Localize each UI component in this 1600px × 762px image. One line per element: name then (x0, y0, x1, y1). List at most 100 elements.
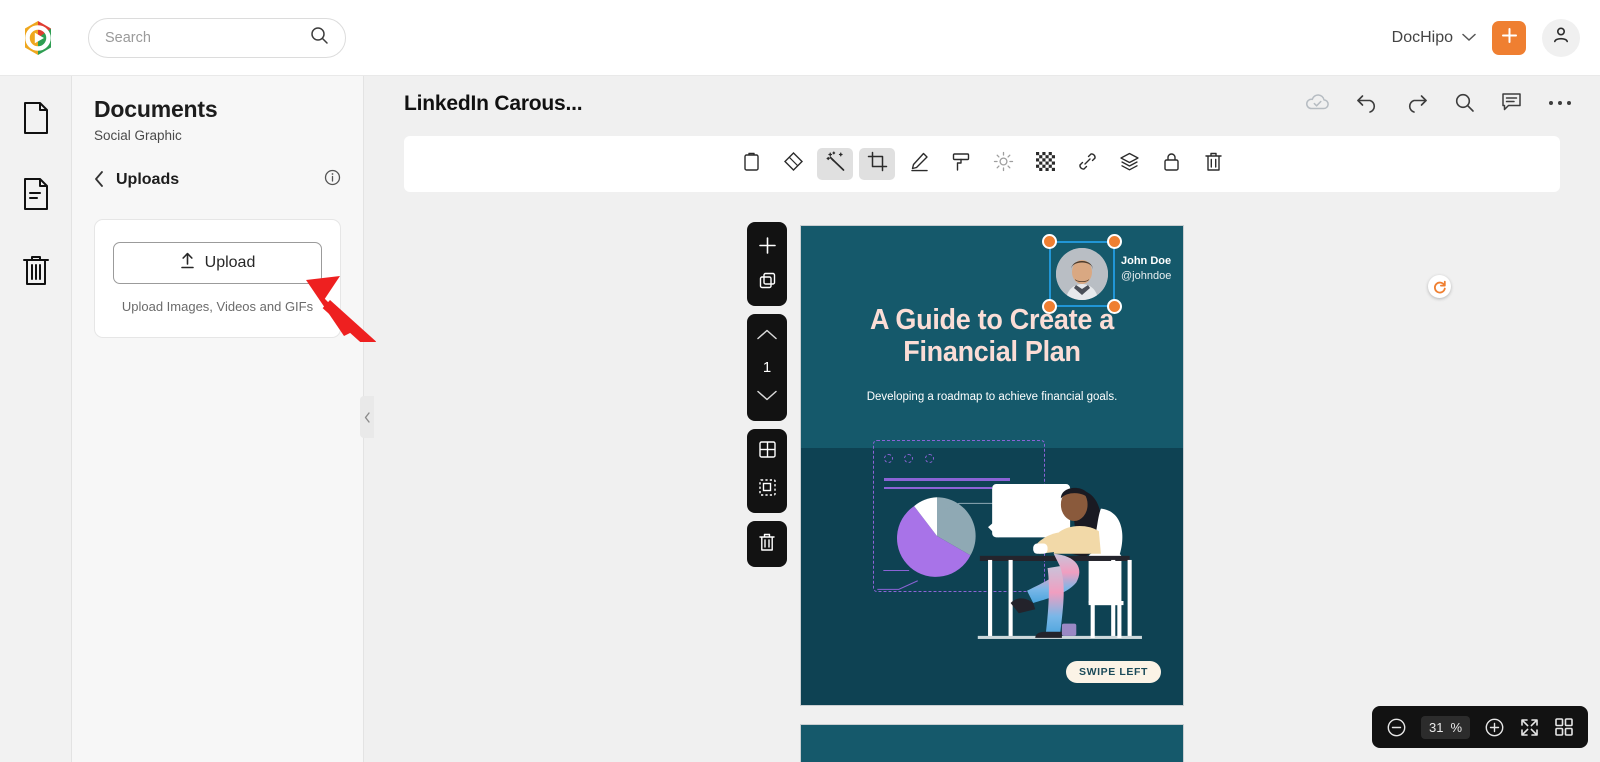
object-toolbar (404, 136, 1560, 192)
clipboard-button[interactable] (733, 148, 769, 180)
illustration[interactable] (863, 434, 1183, 684)
chevron-left-icon[interactable] (94, 170, 104, 190)
texture-button[interactable] (1027, 148, 1063, 180)
chevron-up-icon (756, 328, 778, 346)
page-add-group (747, 222, 787, 306)
select-all-button[interactable] (751, 475, 783, 505)
zoom-in-button[interactable] (1484, 717, 1505, 738)
add-page-button[interactable] (751, 230, 783, 260)
upload-button[interactable]: Upload (113, 242, 322, 284)
search-box[interactable] (88, 17, 346, 58)
duplicate-page-button[interactable] (751, 268, 783, 298)
slide-subtitle[interactable]: Developing a roadmap to achieve financia… (801, 391, 1183, 403)
next-page-button[interactable] (751, 383, 783, 413)
upload-button-label: Upload (204, 254, 256, 271)
crop-button[interactable] (859, 148, 895, 180)
eraser-button[interactable] (775, 148, 811, 180)
plus-icon (1500, 26, 1519, 50)
upload-card: Upload Upload Images, Videos and GIFs (94, 219, 341, 338)
delete-page-button[interactable] (751, 529, 783, 559)
browser-dot (924, 454, 934, 463)
selection-box[interactable] (1042, 234, 1122, 314)
account-button[interactable] (1542, 18, 1580, 57)
info-circle-icon[interactable] (324, 169, 341, 191)
page-controls: 1 (747, 222, 787, 567)
layers-button[interactable] (1111, 148, 1147, 180)
create-new-button[interactable] (1492, 20, 1526, 55)
page-title: Documents (94, 96, 218, 122)
page-delete-group (747, 521, 787, 567)
trash-icon (21, 253, 51, 292)
previous-page-button[interactable] (751, 322, 783, 352)
uploads-header[interactable]: Uploads (94, 169, 341, 191)
document-title[interactable]: LinkedIn Carous... (404, 92, 583, 116)
undo-icon[interactable] (1356, 93, 1379, 113)
zoom-out-button[interactable] (1386, 717, 1407, 738)
zoom-unit: % (1450, 719, 1462, 735)
user-icon (1551, 25, 1571, 50)
panel-subtitle: Social Graphic (94, 128, 182, 143)
pencil-button[interactable] (901, 148, 937, 180)
lock-button[interactable] (1153, 148, 1189, 180)
resize-handle-top-left[interactable] (1042, 234, 1057, 249)
uploads-panel: Documents Social Graphic Uploads Upload … (72, 76, 364, 762)
lock-icon (1162, 151, 1181, 177)
slide-title-line1: A Guide to Create a (870, 304, 1114, 336)
redo-icon[interactable] (1405, 93, 1428, 113)
cloud-check-icon[interactable] (1305, 93, 1330, 112)
brightness-button[interactable] (985, 148, 1021, 180)
page-layout-group (747, 429, 787, 513)
copy-icon (758, 271, 777, 295)
ellipsis-icon[interactable] (1548, 99, 1572, 107)
canvas-page-2-bg (801, 725, 1183, 762)
file-lines-icon (21, 177, 51, 216)
link-icon (1077, 151, 1098, 177)
search-icon[interactable] (1454, 92, 1475, 113)
file-icon (21, 101, 51, 140)
sidebar-item-pages[interactable] (8, 168, 64, 224)
link-button[interactable] (1069, 148, 1105, 180)
paint-roller-icon (951, 151, 972, 177)
top-bar: DocHipo (0, 0, 1600, 76)
grid-button[interactable] (751, 437, 783, 467)
page-navigation-group: 1 (747, 314, 787, 421)
sidebar-item-trash[interactable] (8, 244, 64, 300)
workspace-selector[interactable]: DocHipo (1392, 29, 1476, 47)
chevron-down-icon (1462, 29, 1476, 47)
crop-icon (867, 151, 888, 177)
texture-icon (1035, 152, 1055, 176)
slide-title[interactable]: A Guide to Create a Financial Plan (814, 304, 1169, 369)
zoom-control: 31 % (1371, 706, 1588, 748)
layers-icon (1119, 151, 1140, 177)
trash-icon (758, 532, 776, 557)
search-input[interactable] (105, 29, 309, 46)
zoom-value-display[interactable]: 31 % (1420, 715, 1470, 739)
canvas-page-2[interactable] (800, 724, 1184, 762)
magic-wand-button[interactable] (817, 148, 853, 180)
fullscreen-button[interactable] (1519, 717, 1540, 738)
panel-collapse-handle[interactable] (360, 396, 374, 438)
magic-wand-icon (825, 151, 846, 177)
sidebar-item-documents[interactable] (8, 92, 64, 148)
resize-handle-top-right[interactable] (1107, 234, 1122, 249)
paint-roller-button[interactable] (943, 148, 979, 180)
brightness-icon (993, 151, 1014, 177)
delete-object-button[interactable] (1195, 148, 1231, 180)
icon-rail (0, 76, 72, 762)
trash-icon (1204, 151, 1223, 177)
dochipo-logo-icon[interactable] (18, 18, 58, 58)
uploads-label: Uploads (116, 171, 180, 188)
canvas-page-1[interactable]: John Doe @johndoe A Guide to Create a Fi… (800, 225, 1184, 706)
pencil-icon (909, 151, 930, 177)
search-icon[interactable] (309, 25, 329, 50)
app-root: DocHipo (0, 0, 1600, 762)
browser-dot (884, 454, 893, 463)
grid-view-button[interactable] (1554, 717, 1574, 737)
rotate-handle[interactable] (1428, 275, 1451, 298)
top-bar-right: DocHipo (1392, 18, 1580, 57)
clipboard-icon (742, 152, 761, 177)
swipe-badge: SWIPE LEFT (1066, 661, 1161, 683)
comment-icon[interactable] (1501, 92, 1522, 113)
grid-icon (758, 440, 777, 464)
current-page-number: 1 (762, 359, 772, 376)
